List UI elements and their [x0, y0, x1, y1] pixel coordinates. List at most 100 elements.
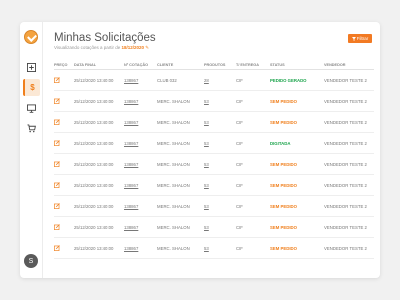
client-cell: MERC. SHALON — [157, 98, 190, 104]
client-cell: MERC. SHALON — [157, 119, 190, 125]
status-badge: SEM PEDIDO — [270, 119, 297, 125]
monitor-shape-icon — [27, 104, 36, 113]
quote-number-link[interactable]: 138867 — [124, 217, 138, 237]
client-cell: MERC. SHALON — [157, 245, 190, 251]
column-header-price[interactable]: PREÇO — [54, 60, 68, 69]
client-cell: MERC. SHALON — [157, 203, 190, 209]
cart-shape-icon — [27, 124, 36, 133]
products-link[interactable]: 28 — [204, 70, 209, 90]
table-row[interactable]: 25/12/2020 13:40:00 138867 MERC. SHALON 53 C… — [54, 196, 374, 217]
final-date-cell: 25/12/2020 13:40:00 — [74, 119, 114, 125]
quote-number-link[interactable]: 138867 — [124, 91, 138, 111]
monitor-icon[interactable] — [23, 100, 40, 117]
delivery-cell: CIF — [236, 224, 243, 230]
seller-cell: VENDEDOR TESTE 2 — [324, 77, 367, 83]
logo-icon[interactable] — [24, 30, 38, 44]
table-row[interactable]: 25/12/2020 13:40:00 138867 MERC. SHALON 53 C… — [54, 154, 374, 175]
edit-icon — [54, 77, 60, 83]
column-header-delivery[interactable]: T/ ENTREGA — [236, 60, 259, 69]
pencil-icon[interactable]: ✎ — [145, 45, 149, 50]
quote-number-link[interactable]: 138867 — [124, 196, 138, 216]
edit-price-button[interactable] — [54, 217, 60, 237]
table-row[interactable]: 25/12/2020 13:40:00 138867 MERC. SHALON 53 C… — [54, 112, 374, 133]
column-header-client[interactable]: CLIENTE — [157, 60, 173, 69]
delivery-cell: CIF — [236, 245, 243, 251]
edit-icon — [54, 224, 60, 230]
filter-button[interactable]: Filtrar — [348, 34, 372, 43]
status-badge: SEM PEDIDO — [270, 245, 297, 251]
status-badge: SEM PEDIDO — [270, 98, 297, 104]
add-icon[interactable] — [23, 59, 40, 76]
final-date-cell: 25/12/2020 13:40:00 — [74, 77, 114, 83]
seller-cell: VENDEDOR TESTE 2 — [324, 161, 367, 167]
edit-icon — [54, 119, 60, 125]
page-title: Minhas Solicitações — [54, 32, 156, 44]
products-link[interactable]: 53 — [204, 112, 209, 132]
quote-number-link[interactable]: 138867 — [124, 112, 138, 132]
table-row[interactable]: 25/12/2020 13:40:00 138867 MERC. SHALON 53 C… — [54, 133, 374, 154]
products-link[interactable]: 53 — [204, 91, 209, 111]
final-date-cell: 25/12/2020 13:40:00 — [74, 161, 114, 167]
quote-number-link[interactable]: 138867 — [124, 175, 138, 195]
main-content: Minhas Solicitações Visualizando cotaçõe… — [54, 22, 374, 278]
seller-cell: VENDEDOR TESTE 2 — [324, 98, 367, 104]
products-link[interactable]: 53 — [204, 175, 209, 195]
quote-number-link[interactable]: 138867 — [124, 238, 138, 258]
column-header-status[interactable]: STATUS — [270, 60, 285, 69]
column-header-seller[interactable]: VENDEDOR — [324, 60, 346, 69]
table-row[interactable]: 25/12/2020 13:40:00 138867 MERC. SHALON 53 C… — [54, 175, 374, 196]
edit-price-button[interactable] — [54, 70, 60, 90]
table-row[interactable]: 25/12/2020 13:40:00 138867 MERC. SHALON 53 C… — [54, 91, 374, 112]
delivery-cell: CIF — [236, 98, 243, 104]
edit-icon — [54, 203, 60, 209]
subtitle-date[interactable]: 18/12/2020 — [121, 45, 144, 50]
table-row[interactable]: 25/12/2020 13:40:00 138867 MERC. SHALON 53 C… — [54, 217, 374, 238]
app-window: $ S Minhas Solicitações Visualizando cot… — [20, 22, 380, 278]
dollar-icon[interactable]: $ — [23, 79, 40, 96]
column-header-final-date[interactable]: DATA FINAL — [74, 60, 96, 69]
edit-price-button[interactable] — [54, 154, 60, 174]
requests-table: PREÇO DATA FINAL Nº COTAÇÃO CLIENTE PROD… — [54, 60, 374, 259]
column-header-products[interactable]: PRODUTOS — [204, 60, 225, 69]
table-row[interactable]: 25/12/2020 13:40:00 138867 MERC. SHALON 53 C… — [54, 238, 374, 259]
edit-icon — [54, 182, 60, 188]
edit-price-button[interactable] — [54, 175, 60, 195]
products-link[interactable]: 53 — [204, 238, 209, 258]
avatar[interactable]: S — [24, 254, 38, 268]
products-link[interactable]: 53 — [204, 154, 209, 174]
filter-label: Filtrar — [356, 36, 369, 41]
delivery-cell: CIF — [236, 119, 243, 125]
client-cell: MERC. SHALON — [157, 224, 190, 230]
products-link[interactable]: 53 — [204, 196, 209, 216]
delivery-cell: CIF — [236, 182, 243, 188]
final-date-cell: 25/12/2020 13:40:00 — [74, 140, 114, 146]
filter-icon — [351, 36, 356, 41]
sidebar: $ S — [20, 22, 43, 278]
edit-icon — [54, 245, 60, 251]
seller-cell: VENDEDOR TESTE 2 — [324, 224, 367, 230]
seller-cell: VENDEDOR TESTE 2 — [324, 140, 367, 146]
edit-price-button[interactable] — [54, 91, 60, 111]
quote-number-link[interactable]: 138867 — [124, 133, 138, 153]
products-link[interactable]: 53 — [204, 133, 209, 153]
edit-icon — [54, 98, 60, 104]
status-badge: PEDIDO GERADO — [270, 77, 307, 83]
edit-price-button[interactable] — [54, 238, 60, 258]
quote-number-link[interactable]: 138867 — [124, 70, 138, 90]
quote-number-link[interactable]: 138867 — [124, 154, 138, 174]
client-cell: MERC. SHALON — [157, 161, 190, 167]
seller-cell: VENDEDOR TESTE 2 — [324, 182, 367, 188]
status-badge: SEM PEDIDO — [270, 203, 297, 209]
subtitle-prefix: Visualizando cotações a partir de — [54, 45, 121, 50]
edit-price-button[interactable] — [54, 112, 60, 132]
cart-icon[interactable] — [23, 120, 40, 137]
table-row[interactable]: 25/12/2020 13:40:00 138867 CLUB 032 28 CIF PE… — [54, 70, 374, 91]
seller-cell: VENDEDOR TESTE 2 — [324, 119, 367, 125]
column-header-quote-number[interactable]: Nº COTAÇÃO — [124, 60, 148, 69]
client-cell: MERC. SHALON — [157, 140, 190, 146]
final-date-cell: 25/12/2020 13:40:00 — [74, 245, 114, 251]
edit-price-button[interactable] — [54, 133, 60, 153]
edit-price-button[interactable] — [54, 196, 60, 216]
status-badge: SEM PEDIDO — [270, 161, 297, 167]
products-link[interactable]: 53 — [204, 217, 209, 237]
